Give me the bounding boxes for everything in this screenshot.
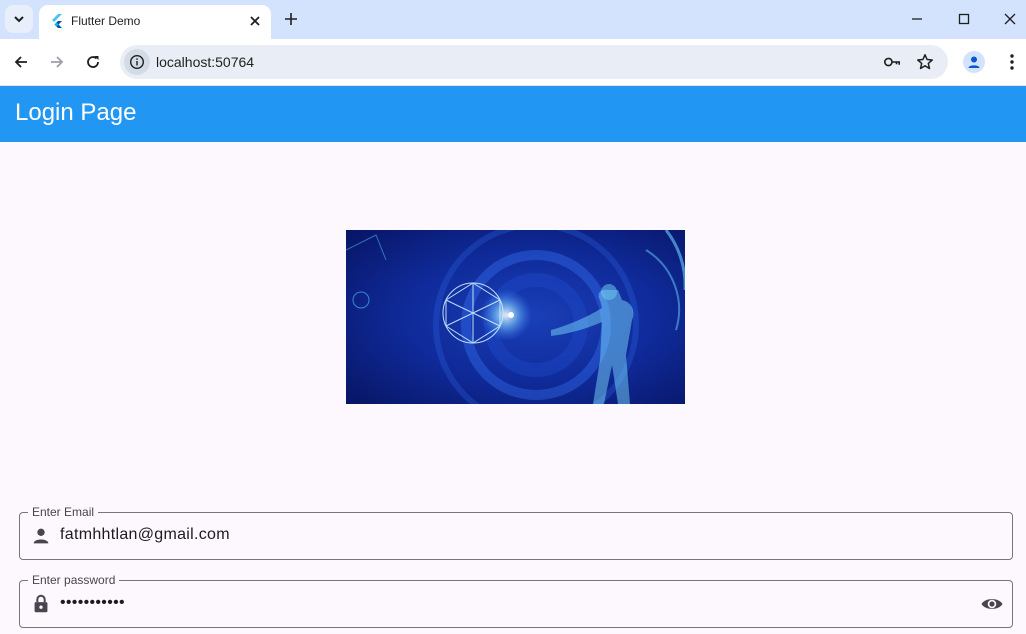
password-input[interactable]: ••••••••••• — [60, 594, 125, 612]
arrow-left-icon[interactable] — [11, 52, 31, 72]
hero-image — [346, 230, 685, 404]
close-icon[interactable] — [247, 13, 263, 29]
url-text[interactable]: localhost:50764 — [156, 54, 254, 70]
browser-tab[interactable]: Flutter Demo — [39, 5, 271, 39]
plus-icon[interactable] — [282, 10, 300, 28]
arrow-right-icon[interactable] — [47, 52, 67, 72]
person-icon — [33, 528, 49, 544]
star-icon[interactable] — [916, 53, 934, 71]
password-label: Enter password — [28, 573, 120, 587]
browser-toolbar: localhost:50764 — [0, 39, 1026, 86]
chevron-down-icon — [14, 16, 24, 23]
more-vert-icon[interactable] — [1002, 52, 1022, 72]
site-info-button[interactable] — [124, 49, 150, 75]
app-bar: Login Page — [0, 86, 1026, 142]
password-field[interactable]: Enter password ••••••••••• — [19, 573, 1013, 628]
eye-icon[interactable] — [980, 592, 1004, 616]
browser-tabstrip: Flutter Demo — [0, 0, 1026, 39]
key-icon[interactable] — [883, 53, 901, 71]
lock-icon — [34, 594, 48, 613]
info-icon — [129, 54, 145, 70]
reload-icon[interactable] — [83, 52, 103, 72]
page-title: Login Page — [15, 99, 137, 126]
profile-button[interactable] — [963, 51, 985, 73]
address-bar[interactable]: localhost:50764 — [120, 45, 948, 79]
tab-title: Flutter Demo — [71, 14, 141, 28]
tab-search-button[interactable] — [5, 5, 33, 33]
email-label: Enter Email — [28, 505, 99, 519]
minimize-icon[interactable] — [908, 10, 926, 28]
email-field[interactable]: Enter Email fatmhhtlan@gmail.com — [19, 505, 1013, 560]
maximize-icon[interactable] — [955, 10, 973, 28]
close-window-icon[interactable] — [1001, 10, 1019, 28]
flutter-icon — [52, 14, 62, 28]
email-input[interactable]: fatmhhtlan@gmail.com — [60, 526, 230, 544]
person-icon — [968, 56, 980, 68]
